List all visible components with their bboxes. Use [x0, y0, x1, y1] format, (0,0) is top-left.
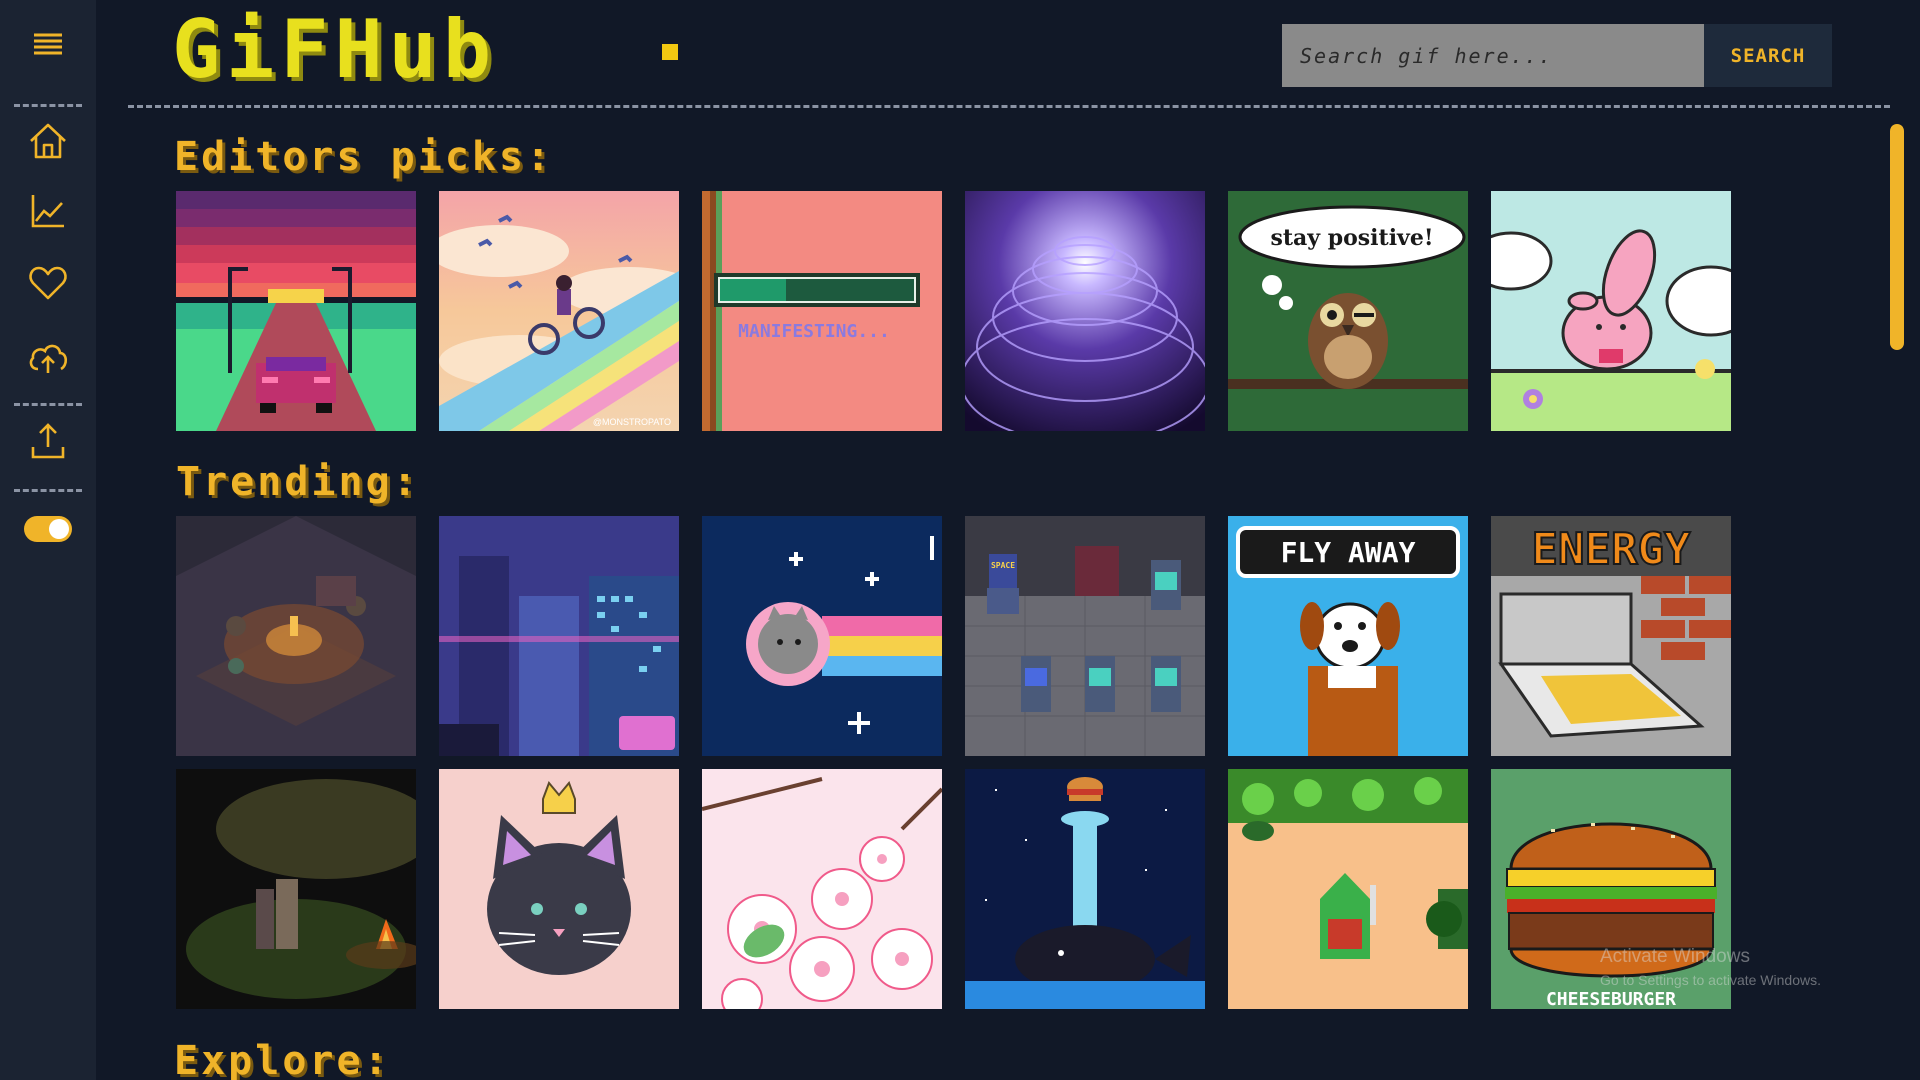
sidebar-divider — [14, 489, 82, 492]
heart-icon — [29, 266, 67, 300]
gif-tile-energy-pizza[interactable]: ENERGY — [1491, 516, 1731, 756]
manifesting-progress-gif: MANIFESTING... — [702, 191, 942, 431]
upload-icon — [31, 423, 65, 459]
gif-tile-campfire-forest[interactable] — [176, 769, 416, 1009]
logo-cursor-block — [662, 44, 678, 60]
search-button[interactable]: SEARCH — [1704, 24, 1832, 87]
logo[interactable]: GiFHub — [172, 4, 497, 96]
isometric-room-gif — [176, 516, 416, 756]
fly-away-duck-hunt-dog-gif: FLY AWAY — [1228, 516, 1468, 756]
sidebar-item-home[interactable] — [0, 118, 96, 164]
theme-toggle[interactable] — [24, 516, 72, 542]
pink-bunny-gif — [1491, 191, 1731, 431]
gif-tile-manifesting[interactable]: MANIFESTING... — [702, 191, 942, 431]
toggle-knob — [49, 519, 69, 539]
nyan-pusheen-gif — [702, 516, 942, 756]
gif-tile-owl-stay-positive[interactable]: stay positive! — [1228, 191, 1468, 431]
purple-vortex-gif — [965, 191, 1205, 431]
watermark-title: Activate Windows — [1600, 946, 1750, 967]
gif-tile-cherry-blossoms[interactable] — [702, 769, 942, 1009]
sidebar-divider — [14, 104, 82, 107]
tile-caption: ENERGY — [1532, 524, 1691, 575]
gif-tile-fly-away[interactable]: FLY AWAY — [1228, 516, 1468, 756]
header-divider — [128, 105, 1890, 108]
section-title-editors-picks: Editors picks: — [174, 134, 554, 180]
cloud-upload-icon — [29, 344, 68, 373]
tile-caption: FLY AWAY — [1281, 536, 1416, 569]
whale-burger-gif — [965, 769, 1205, 1009]
gif-tile-arcade-room[interactable]: SPACE — [965, 516, 1205, 756]
search-input[interactable] — [1282, 24, 1704, 87]
tile-caption: CHEESEBURGER — [1546, 989, 1676, 1009]
gif-tile-purple-vortex[interactable] — [965, 191, 1205, 431]
watermark-subtitle: Go to Settings to activate Windows. — [1600, 972, 1821, 988]
activate-windows-watermark: Activate Windows Go to Settings to activ… — [1600, 946, 1821, 988]
gif-tile-black-cat-crown[interactable] — [439, 769, 679, 1009]
black-cat-crown-gif — [439, 769, 679, 1009]
campfire-forest-gif — [176, 769, 416, 1009]
gif-tile-pink-bunny[interactable] — [1491, 191, 1731, 431]
arcade-room-gif: SPACE — [965, 516, 1205, 756]
menu-button[interactable] — [0, 22, 96, 68]
synthwave-car-gif — [176, 191, 416, 431]
sidebar-item-upload[interactable] — [0, 418, 96, 464]
zelda-link-gif — [1228, 769, 1468, 1009]
sidebar-item-favorites[interactable] — [0, 260, 96, 306]
gif-tile-zelda-link[interactable] — [1228, 769, 1468, 1009]
cherry-blossoms-gif — [702, 769, 942, 1009]
gif-tile-cyberpunk-city[interactable] — [439, 516, 679, 756]
sidebar — [0, 0, 96, 1080]
menu-icon — [34, 33, 62, 55]
section-title-explore: Explore: — [174, 1038, 391, 1080]
sidebar-item-cloud-upload[interactable] — [0, 334, 96, 380]
scrollbar-thumb[interactable] — [1890, 124, 1904, 350]
gif-tile-isometric-room[interactable] — [176, 516, 416, 756]
tile-caption: @MONSTROPATO — [593, 417, 671, 427]
tile-caption: stay positive! — [1270, 225, 1433, 251]
home-icon — [30, 123, 66, 159]
gif-tile-synthwave-car[interactable] — [176, 191, 416, 431]
section-title-trending: Trending: — [176, 459, 420, 505]
sidebar-divider — [14, 403, 82, 406]
owl-stay-positive-gif: stay positive! — [1228, 191, 1468, 431]
sidebar-item-trending[interactable] — [0, 188, 96, 234]
gif-tile-nyan-pusheen[interactable] — [702, 516, 942, 756]
tile-caption: SPACE — [991, 561, 1015, 570]
tile-caption: MANIFESTING... — [738, 321, 890, 342]
energy-pizza-gif: ENERGY — [1491, 516, 1731, 756]
gif-tile-girl-bicycle[interactable]: @MONSTROPATO — [439, 191, 679, 431]
cyberpunk-city-gif — [439, 516, 679, 756]
gif-tile-whale-burger[interactable] — [965, 769, 1205, 1009]
girl-bicycle-clouds-gif: @MONSTROPATO — [439, 191, 679, 431]
trending-chart-icon — [31, 195, 64, 228]
